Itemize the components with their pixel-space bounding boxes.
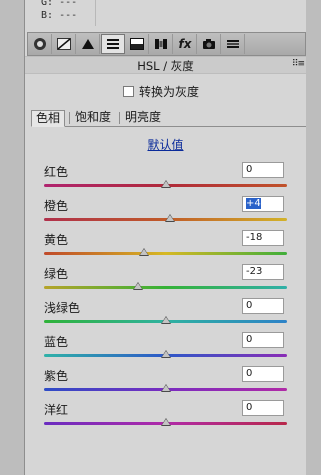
readout-b: B: ---	[25, 10, 95, 23]
basic-tool-icon[interactable]	[29, 34, 52, 54]
effects-tool-icon[interactable]: fx	[174, 34, 197, 54]
readout-b-value: ---	[59, 10, 78, 21]
slider-value-text: 0	[246, 402, 253, 413]
tab-0[interactable]: 色相	[31, 110, 66, 127]
slider-label: 洋红	[44, 403, 69, 417]
slider-value-field[interactable]: +4	[242, 196, 284, 212]
default-link[interactable]: 默认值	[25, 136, 306, 153]
slider-value-text: 0	[246, 368, 253, 379]
convert-grayscale-label: 转换为灰度	[139, 85, 200, 99]
readout-b-label: B:	[41, 10, 54, 21]
slider-thumb[interactable]	[160, 350, 171, 358]
convert-grayscale-checkbox[interactable]	[123, 86, 134, 97]
slider-value-text: 0	[246, 164, 253, 175]
rgb-readout: G: --- B: ---	[25, 0, 96, 26]
slider-thumb[interactable]	[160, 180, 171, 188]
lens-corrections-tool-icon[interactable]	[150, 34, 173, 54]
convert-grayscale-row[interactable]: 转换为灰度	[123, 83, 199, 100]
slider-value-field[interactable]: -23	[242, 264, 284, 280]
slider-value-text: -18	[246, 232, 263, 243]
hsl-grayscale-tool-icon[interactable]	[101, 34, 125, 54]
panel-title: HSL / 灰度	[137, 59, 194, 73]
slider-thumb[interactable]	[132, 282, 143, 290]
slider-label: 浅绿色	[44, 301, 81, 315]
effects-tool-glyph: fx	[178, 37, 192, 51]
slider-label: 紫色	[44, 369, 69, 383]
tab-separator	[119, 112, 120, 124]
slider-value-field[interactable]: 0	[242, 298, 284, 314]
slider-thumb[interactable]	[160, 384, 171, 392]
slider-thumb[interactable]	[165, 214, 176, 222]
presets-tool-icon[interactable]	[222, 34, 245, 54]
right-scrollbar[interactable]	[305, 0, 321, 475]
panel-menu-icon[interactable]: ⠿≡	[292, 59, 305, 69]
slider-thumb[interactable]	[138, 248, 149, 256]
slider-value-text: 0	[246, 300, 253, 311]
slider-value-text: -23	[246, 266, 263, 277]
slider-value-text: +4	[246, 198, 261, 209]
hsl-tabs: 色相 饱和度 明亮度	[31, 110, 306, 127]
tab-separator	[69, 112, 70, 124]
slider-label: 绿色	[44, 267, 69, 281]
slider-thumb[interactable]	[160, 316, 171, 324]
slider-label: 黄色	[44, 233, 69, 247]
slider-label: 蓝色	[44, 335, 69, 349]
tab-2[interactable]: 明亮度	[121, 110, 165, 126]
panel-toolbar: fx	[27, 32, 306, 56]
slider-label: 橙色	[44, 199, 69, 213]
slider-value-field[interactable]: 0	[242, 162, 284, 178]
readout-g-value: ---	[59, 0, 78, 8]
left-panel-edge	[0, 0, 25, 475]
tab-1[interactable]: 饱和度	[71, 110, 115, 126]
slider-value-field[interactable]: -18	[242, 230, 284, 246]
camera-calibration-tool-icon[interactable]	[198, 34, 221, 54]
slider-track[interactable]	[44, 252, 287, 255]
panel-titlebar: HSL / 灰度 ⠿≡	[25, 56, 306, 74]
tone-curve-tool-icon[interactable]	[53, 34, 76, 54]
slider-track[interactable]	[44, 286, 287, 289]
hsl-panel: G: --- B: --- fx HSL / 灰度 ⠿≡ 转换为灰度 色相 饱和度…	[25, 0, 306, 475]
slider-thumb[interactable]	[160, 418, 171, 426]
slider-value-text: 0	[246, 334, 253, 345]
slider-value-field[interactable]: 0	[242, 366, 284, 382]
split-toning-tool-icon[interactable]	[126, 34, 149, 54]
slider-value-field[interactable]: 0	[242, 400, 284, 416]
readout-g-label: G:	[41, 0, 54, 8]
slider-label: 红色	[44, 165, 69, 179]
detail-tool-icon[interactable]	[77, 34, 100, 54]
readout-g: G: ---	[25, 0, 95, 10]
slider-value-field[interactable]: 0	[242, 332, 284, 348]
